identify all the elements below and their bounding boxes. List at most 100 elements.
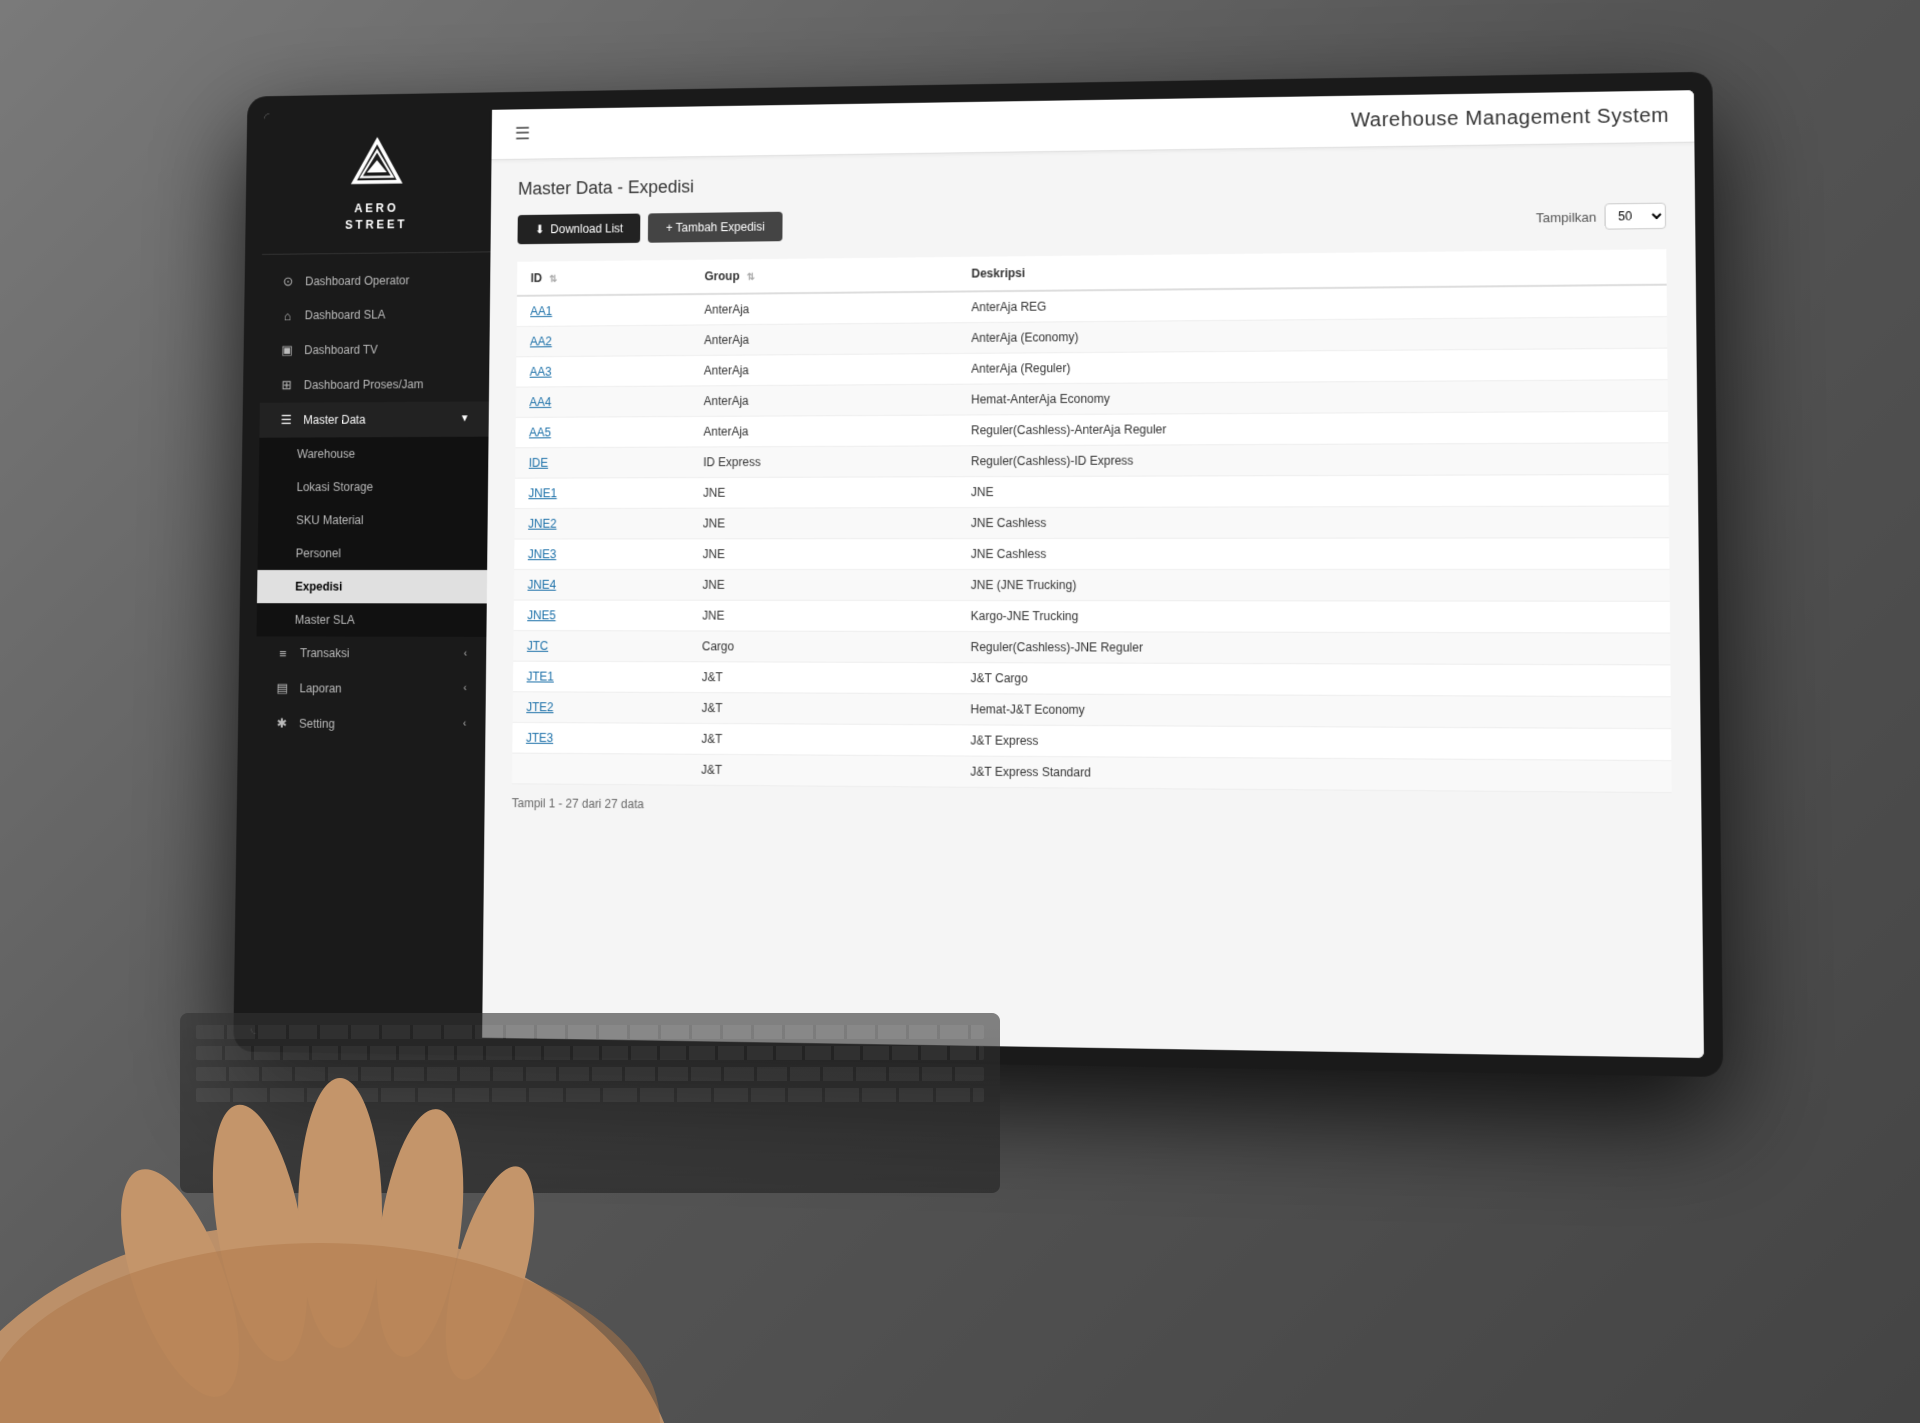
cell-group: ID Express	[689, 446, 957, 478]
expedisi-id-link[interactable]: IDE	[529, 456, 548, 470]
table-row: JNE3 JNEJNE Cashless	[514, 538, 1669, 570]
submenu-item-lokasi-storage[interactable]: Lokasi Storage	[258, 470, 488, 504]
expedisi-id-link[interactable]: AA5	[529, 426, 551, 440]
sidebar-item-transaksi[interactable]: ≡ Transaksi ‹	[256, 636, 486, 671]
transaksi-arrow: ‹	[464, 648, 467, 659]
cell-id: JTE1	[513, 661, 688, 692]
page-title: Master Data - Expedisi	[518, 163, 1666, 199]
submenu-item-expedisi[interactable]: Expedisi	[257, 570, 487, 603]
cell-group: AnterAja	[690, 384, 957, 416]
setting-icon: ✱	[274, 715, 289, 731]
add-expedisi-button[interactable]: + Tambah Expedisi	[648, 212, 782, 243]
expedisi-id-link[interactable]: AA1	[530, 304, 552, 318]
cell-group: AnterAja	[690, 415, 958, 447]
download-list-button[interactable]: ⬇ Download List	[517, 214, 640, 245]
toolbar-right: Tampilkan 50 25 100	[1536, 203, 1666, 231]
table-row: AA5 AnterAjaReguler(Cashless)-AnterAja Re…	[515, 411, 1668, 448]
submenu-item-warehouse[interactable]: Warehouse	[259, 436, 489, 470]
master-data-icon: ☰	[278, 412, 293, 428]
cell-id: JTE3	[512, 722, 687, 754]
toolbar-left: ⬇ Download List + Tambah Expedisi	[517, 212, 782, 245]
table-row: J&TJ&T Express Standard	[512, 753, 1672, 793]
expedisi-id-link[interactable]: JTE3	[526, 731, 553, 745]
dashboard-operator-icon: ⊙	[280, 273, 295, 289]
download-icon: ⬇	[535, 223, 545, 237]
sidebar-item-dashboard-operator[interactable]: ⊙ Dashboard Operator	[261, 262, 490, 299]
expedisi-id-link[interactable]: JTE1	[527, 670, 554, 684]
expedisi-table: ID ⇅ Group ⇅ Deskripsi AA1AnterAjaAnterA…	[512, 249, 1672, 793]
sidebar-item-dashboard-sla[interactable]: ⌂ Dashboard SLA	[261, 297, 490, 333]
cell-group: AnterAja	[690, 323, 957, 356]
col-group: Group ⇅	[691, 257, 958, 294]
cell-group: AnterAja	[690, 292, 957, 325]
master-data-submenu: Warehouse Lokasi Storage SKU Material Pe…	[256, 436, 488, 636]
submenu-item-sku-material[interactable]: SKU Material	[258, 503, 488, 537]
cell-group: AnterAja	[690, 353, 957, 385]
dashboard-tv-icon: ▣	[279, 342, 294, 358]
cell-id: JNE2	[514, 508, 689, 539]
cell-group: J&T	[688, 662, 957, 694]
cell-deskripsi: Kargo-JNE Trucking	[957, 600, 1670, 633]
cell-id: JTE2	[513, 692, 688, 724]
table-row: JNE4JNEJNE (JNE Trucking)	[514, 569, 1670, 601]
cell-deskripsi: AnterAja (Reguler)	[957, 348, 1667, 384]
expedisi-id-link[interactable]: AA4	[529, 395, 551, 409]
table-row: JNE5 JNEKargo-JNE Trucking	[514, 600, 1671, 633]
sidebar-item-master-data[interactable]: ☰ Master Data ▼	[259, 401, 489, 437]
cell-deskripsi: Reguler(Cashless)-ID Express	[957, 443, 1669, 477]
cell-id: AA4	[516, 386, 690, 417]
cell-group: Cargo	[688, 631, 957, 663]
cell-deskripsi: JNE Cashless	[957, 506, 1669, 538]
table-row: IDE ID ExpressReguler(Cashless)-ID Expres…	[515, 443, 1668, 478]
cell-group: J&T	[687, 723, 956, 756]
cell-deskripsi: Reguler(Cashless)-AnterAja Reguler	[957, 411, 1668, 446]
table-row: JNE2 JNEJNE Cashless	[514, 506, 1669, 539]
expedisi-id-link[interactable]: JNE2	[528, 517, 557, 531]
cell-id: JNE1	[515, 478, 690, 509]
cell-group: JNE	[689, 539, 957, 570]
cell-id: JTC	[513, 631, 688, 662]
sidebar-item-setting[interactable]: ✱ Setting ‹	[255, 705, 486, 742]
expedisi-id-link[interactable]: JNE1	[528, 486, 557, 500]
cell-group: JNE	[689, 477, 957, 508]
content-area: Master Data - Expedisi ⬇ Download List +…	[482, 143, 1704, 1058]
cell-group: JNE	[689, 570, 957, 601]
submenu-item-master-sla[interactable]: Master SLA	[256, 603, 486, 637]
sort-id-icon[interactable]: ⇅	[549, 274, 557, 285]
cell-deskripsi: Reguler(Cashless)-JNE Reguler	[957, 632, 1671, 665]
dashboard-sla-icon: ⌂	[280, 308, 295, 323]
show-select[interactable]: 50 25 100	[1605, 203, 1667, 230]
expedisi-id-link[interactable]: AA3	[530, 365, 552, 379]
sidebar-item-dashboard-proses[interactable]: ⊞ Dashboard Proses/Jam	[260, 366, 489, 403]
expedisi-id-link[interactable]: AA2	[530, 335, 552, 349]
toolbar: ⬇ Download List + Tambah Expedisi Tampil…	[517, 201, 1666, 245]
cell-group: JNE	[688, 600, 956, 631]
logo-text: AERO STREET	[345, 200, 408, 233]
expedisi-id-link[interactable]: JNE5	[527, 608, 556, 622]
expedisi-id-link[interactable]: JTE2	[526, 700, 553, 714]
sidebar-item-dashboard-tv[interactable]: ▣ Dashboard TV	[260, 331, 489, 368]
sort-group-icon[interactable]: ⇅	[747, 272, 755, 283]
submenu-item-personel[interactable]: Personel	[257, 536, 487, 569]
sidebar-item-laporan[interactable]: ▤ Laporan ‹	[255, 670, 486, 706]
cell-id: AA2	[516, 325, 690, 357]
main-content: ☰ Warehouse Management System Master Dat…	[482, 90, 1704, 1058]
cell-id: JNE5	[514, 600, 689, 631]
cell-id: AA3	[516, 355, 690, 387]
laporan-arrow: ‹	[463, 683, 466, 694]
cell-group: JNE	[689, 508, 957, 539]
app-title: Warehouse Management System	[1351, 105, 1669, 133]
cell-deskripsi: JNE Cashless	[957, 538, 1670, 570]
table-row: JTE1J&TJ&T Cargo	[513, 661, 1671, 697]
expedisi-id-link[interactable]: JNE4	[527, 578, 556, 592]
hand-area	[0, 1003, 780, 1423]
expedisi-id-link[interactable]: JTC	[527, 639, 548, 653]
cell-deskripsi: Hemat-J&T Economy	[956, 694, 1671, 729]
table-row: JNE1JNEJNE	[515, 474, 1669, 508]
cell-deskripsi: J&T Express Standard	[956, 756, 1671, 793]
hamburger-icon[interactable]: ☰	[515, 124, 531, 145]
sidebar: AERO STREET ⊙ Dashboard Operator ⌂ Dashb…	[251, 110, 492, 1038]
table-row: JTC CargoReguler(Cashless)-JNE Reguler	[513, 631, 1670, 665]
logo-icon	[348, 134, 406, 193]
expedisi-id-link[interactable]: JNE3	[528, 547, 557, 561]
